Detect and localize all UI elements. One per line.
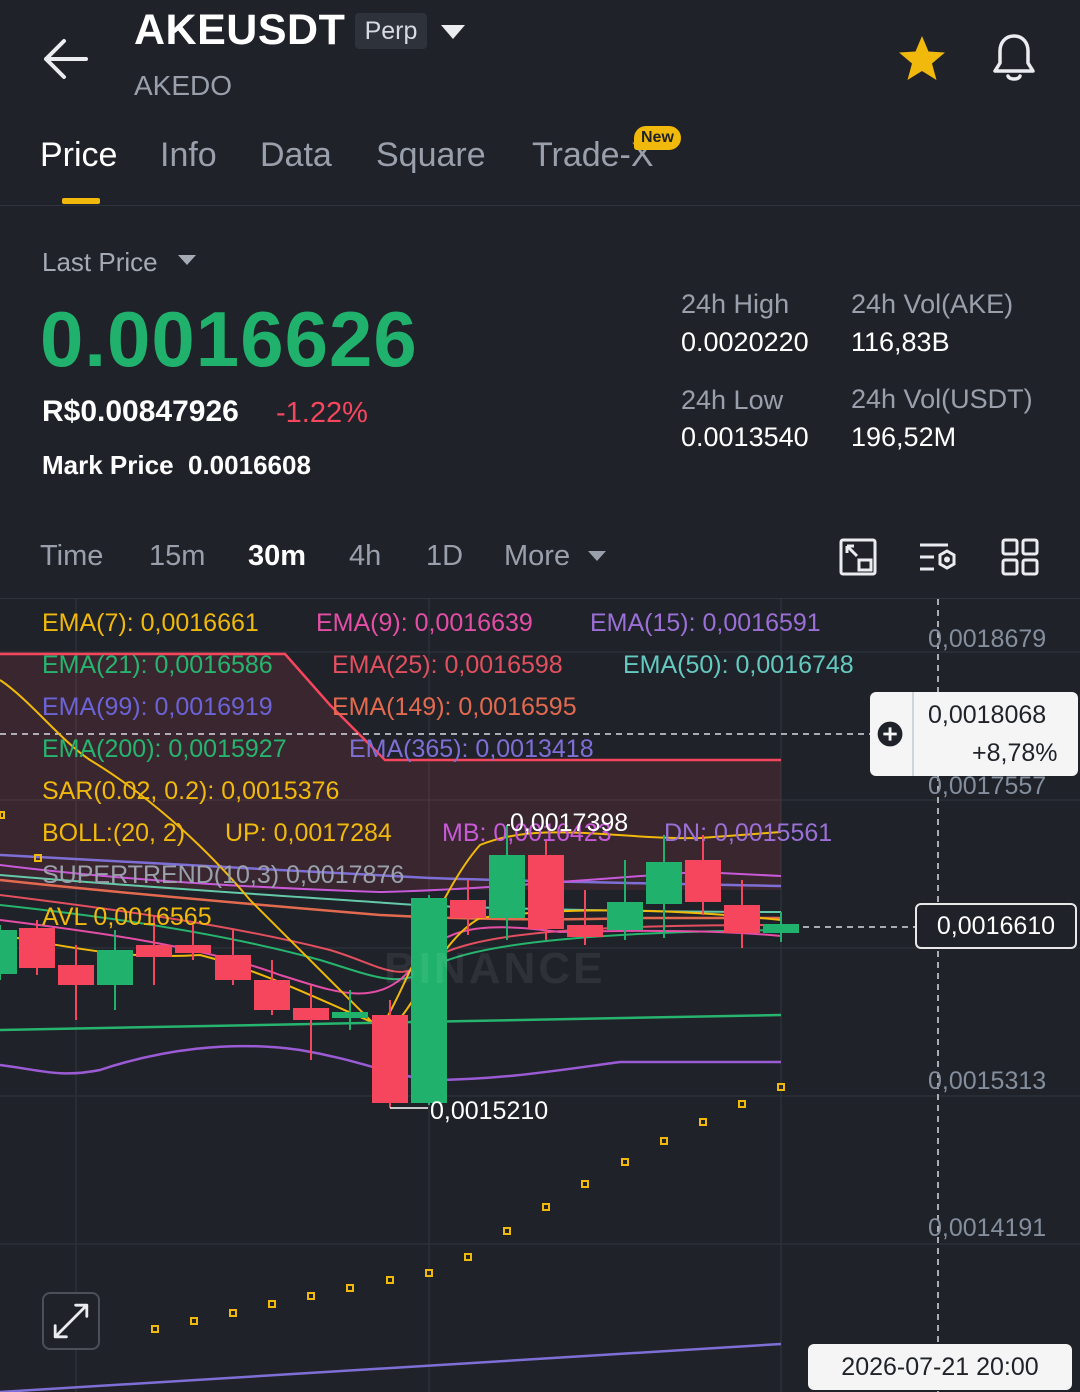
header-divider	[0, 205, 1080, 206]
axis-label: 0,0014191	[928, 1214, 1047, 1242]
binance-watermark: BINANCE	[384, 944, 606, 993]
mark-price-value: 0.0016608	[188, 450, 311, 480]
add-order-plus-icon[interactable]	[870, 692, 914, 776]
axis-label: 0,0015313	[928, 1067, 1047, 1095]
ema149-legend: EMA(149): 0,0016595	[332, 693, 577, 721]
last-price-dropdown-icon[interactable]	[178, 255, 196, 265]
ema15-legend: EMA(15): 0,0016591	[590, 609, 821, 637]
low-24h-value: 0.0013540	[681, 422, 809, 452]
crosshair-price: 0,0018068	[928, 701, 1047, 729]
interval-15m[interactable]: 15m	[149, 540, 205, 573]
fiat-price: R$0.00847926	[42, 395, 239, 428]
mark-price-label: Mark Price	[42, 450, 174, 480]
chart-resize-icon[interactable]	[838, 537, 878, 577]
avl-legend: AVL 0,0016565	[42, 903, 212, 931]
vol-ake-value: 116,83B	[851, 327, 950, 357]
vol-usdt-value: 196,52M	[851, 422, 957, 452]
boll-up-legend: UP: 0,0017284	[225, 819, 392, 847]
interval-more[interactable]: More	[504, 540, 570, 573]
ema9-legend: EMA(9): 0,0016639	[316, 609, 533, 637]
current-price-tag: 0,0016610	[915, 903, 1077, 949]
fullscreen-expand-icon[interactable]	[42, 1292, 100, 1350]
boll-legend: BOLL:(20, 2)	[42, 819, 186, 847]
tab-data[interactable]: Data	[260, 136, 332, 175]
symbol-title[interactable]: AKEUSDT	[134, 6, 345, 55]
vol-ake-label: 24h Vol(AKE)	[851, 289, 1014, 319]
indicator-settings-icon[interactable]	[918, 537, 958, 577]
high-24h-label: 24h High	[681, 289, 790, 319]
ema365-legend: EMA(365): 0,0013418	[349, 735, 594, 763]
last-price-label[interactable]: Last Price	[42, 247, 158, 278]
ema7-legend: EMA(7): 0,0016661	[42, 609, 259, 637]
more-dropdown-icon[interactable]	[588, 551, 606, 561]
last-price-value: 0.0016626	[40, 295, 418, 383]
interval-30m[interactable]: 30m	[248, 540, 306, 573]
vol-usdt-label: 24h Vol(USDT)	[851, 384, 1033, 414]
price-change-pct: -1.22%	[276, 397, 368, 429]
crosshair-pct: +8,78%	[972, 739, 1058, 767]
high-24h-value: 0.0020220	[681, 327, 809, 357]
tab-square[interactable]: Square	[376, 136, 486, 175]
boll-dn-legend: DN: 0,0015561	[664, 819, 833, 847]
supertrend-legend: SUPERTREND(10,3) 0,0017876	[42, 861, 405, 889]
low-24h-label: 24h Low	[681, 385, 784, 415]
axis-label: 0,0017557	[928, 772, 1047, 800]
ema365-line	[0, 1342, 782, 1392]
notification-bell-icon[interactable]	[988, 32, 1040, 84]
interval-4h[interactable]: 4h	[349, 540, 381, 573]
interval-time[interactable]: Time	[40, 540, 103, 573]
ema200-legend: EMA(200): 0,0015927	[42, 735, 287, 763]
contract-type-badge: Perp	[355, 13, 427, 49]
grid-layout-icon[interactable]	[1000, 537, 1040, 577]
axis-label: 0,0018679	[928, 625, 1047, 653]
tab-info[interactable]: Info	[160, 136, 217, 175]
crosshair-time-label: 2026-07-21 20:00	[808, 1344, 1072, 1390]
tab-price[interactable]: Price	[40, 136, 117, 175]
symbol-dropdown-icon[interactable]	[441, 25, 465, 39]
new-badge: New	[634, 126, 681, 150]
ema21-legend: EMA(21): 0,0016586	[42, 651, 273, 679]
high-price-marker: 0,0017398	[510, 809, 629, 837]
favorite-star-icon[interactable]	[896, 34, 948, 84]
low-price-marker: 0,0015210	[430, 1097, 549, 1125]
ema50-legend: EMA(50): 0,0016748	[623, 651, 854, 679]
ema25-legend: EMA(25): 0,0016598	[332, 651, 563, 679]
asset-name: AKEDO	[134, 70, 233, 101]
ema99-legend: EMA(99): 0,0016919	[42, 693, 273, 721]
interval-1d[interactable]: 1D	[426, 540, 463, 573]
back-arrow-icon[interactable]	[40, 36, 90, 82]
sar-legend: SAR(0.02, 0.2): 0,0015376	[42, 777, 340, 805]
active-tab-indicator	[62, 198, 100, 204]
